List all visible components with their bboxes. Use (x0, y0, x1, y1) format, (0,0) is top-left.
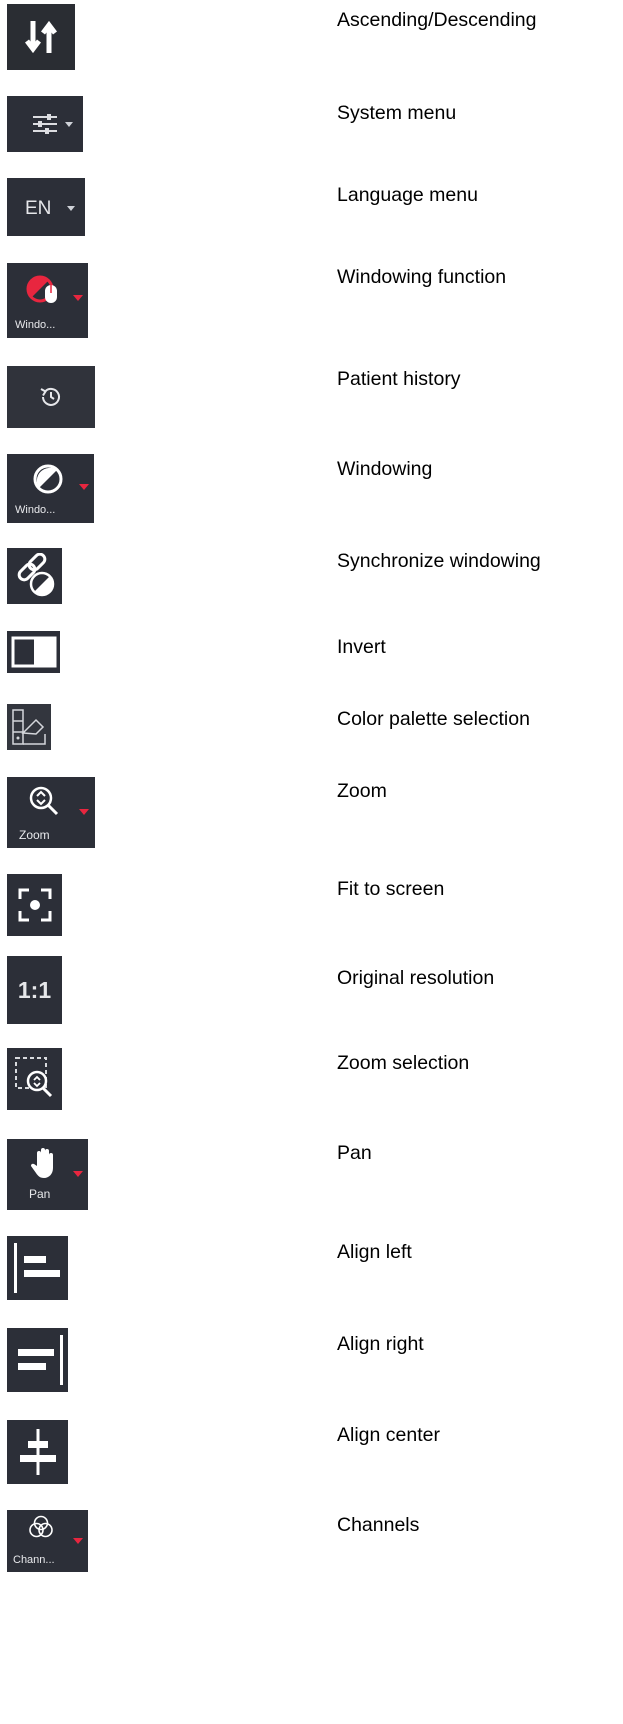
windowing-function-icon[interactable]: Windo... (7, 263, 88, 338)
sync-link-icon[interactable] (7, 548, 62, 604)
legend-label: Original resolution (337, 967, 495, 989)
legend-label: Color palette selection (337, 708, 530, 730)
align-center-icon[interactable] (7, 1420, 68, 1484)
legend-label: System menu (337, 102, 457, 124)
legend-label: Fit to screen (337, 878, 445, 900)
language-icon[interactable]: EN (7, 178, 85, 236)
chevron-down-icon (65, 122, 73, 127)
legend-label: Language menu (337, 184, 478, 206)
dropdown-icon (79, 809, 89, 815)
legend-label: Pan (337, 1142, 372, 1164)
dropdown-icon (73, 295, 83, 301)
one-to-one-icon[interactable]: 1:1 (7, 956, 62, 1024)
legend-label: Synchronize windowing (337, 550, 541, 572)
legend-row: Align right (0, 1322, 623, 1398)
legend-label: Align right (337, 1333, 424, 1355)
legend-row: 1:1 Original resolution (0, 952, 623, 1028)
legend-label: Ascending/Descending (337, 9, 537, 31)
hand-icon[interactable]: Pan (7, 1139, 88, 1210)
legend-label: Invert (337, 636, 386, 658)
legend-row: Patient history (0, 360, 623, 432)
legend-label: Windowing function (337, 266, 507, 288)
legend-label: Channels (337, 1514, 420, 1536)
legend-row: Zoom Zoom (0, 772, 623, 858)
legend-row: System menu (0, 90, 623, 160)
button-caption: Zoom (19, 828, 50, 842)
legend-row: Fit to screen (0, 868, 623, 940)
fit-screen-icon[interactable] (7, 874, 62, 936)
legend-row: Invert (0, 626, 623, 686)
palette-icon[interactable] (7, 704, 51, 750)
zoom-icon[interactable]: Zoom (7, 777, 95, 848)
sort-arrows-icon[interactable] (7, 4, 75, 70)
zoom-selection-icon[interactable] (7, 1048, 62, 1110)
windowing-icon[interactable]: Windo... (7, 454, 94, 523)
legend-row: Zoom selection (0, 1042, 623, 1118)
sliders-icon[interactable] (7, 96, 83, 152)
legend-label: Align left (337, 1241, 412, 1263)
button-caption: Windo... (15, 504, 56, 516)
legend-label: Zoom selection (337, 1052, 470, 1074)
history-icon[interactable] (7, 366, 95, 428)
button-caption: Pan (29, 1187, 51, 1201)
legend-label: Windowing (337, 458, 433, 480)
legend-row: Windo... Windowing (0, 446, 623, 532)
button-caption: Windo... (15, 319, 56, 331)
legend-row: Color palette selection (0, 700, 623, 762)
ratio-text: 1:1 (17, 976, 52, 1003)
invert-icon[interactable] (7, 631, 60, 673)
align-left-icon[interactable] (7, 1236, 68, 1300)
align-right-icon[interactable] (7, 1328, 68, 1392)
dropdown-icon (79, 484, 89, 490)
legend-row: EN Language menu (0, 172, 623, 242)
language-code: EN (25, 198, 52, 219)
legend-row: Pan Pan (0, 1132, 623, 1216)
legend-row: Chann... Channels (0, 1504, 623, 1580)
legend-label: Zoom (337, 780, 387, 802)
button-caption: Chann... (13, 1554, 55, 1566)
legend-row: Windo... Windowing function (0, 256, 623, 342)
chevron-down-icon (67, 206, 75, 211)
legend-row: Align center (0, 1414, 623, 1490)
legend-label: Patient history (337, 368, 461, 390)
legend-row: Align left (0, 1230, 623, 1306)
legend-label: Align center (337, 1424, 440, 1446)
dropdown-icon (73, 1538, 83, 1544)
channels-icon[interactable]: Chann... (7, 1510, 88, 1572)
legend-row: Synchronize windowing (0, 542, 623, 614)
legend-row: Ascending/Descending (0, 0, 623, 80)
dropdown-icon (73, 1171, 83, 1177)
